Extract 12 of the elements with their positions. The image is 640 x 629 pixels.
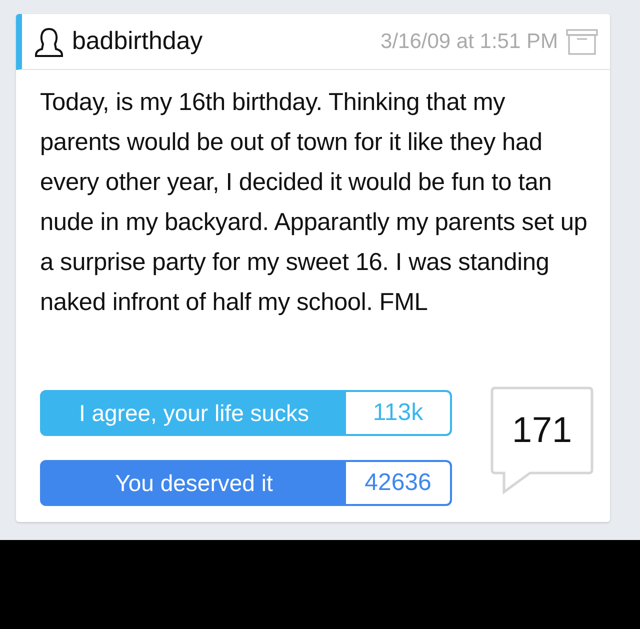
timestamp: 3/16/09 at 1:51 PM [380, 28, 558, 55]
vote-count: 42636 [346, 462, 450, 504]
vote-button[interactable]: I agree, your life sucks 113k [40, 390, 452, 436]
comment-count: 171 [512, 408, 572, 452]
vote-count: 113k [346, 392, 450, 434]
vote-label: You deserved it [114, 468, 274, 498]
vote-label: I agree, your life sucks [78, 398, 310, 428]
username[interactable]: badbirthday [72, 22, 203, 60]
vote-button[interactable]: You deserved it 42636 [40, 460, 452, 506]
post-text: Today, is my 16th birthday. Thinking that my parents would be out of town for it like they had every other year, I decided it would be fun to tan nude in my backyard. Apparantly my parents set up a surprise party for my sweet 16. I was standing naked infront of half my school. FML [39, 88, 588, 318]
comment-bubble[interactable] [490, 386, 594, 496]
user-icon [34, 26, 64, 58]
